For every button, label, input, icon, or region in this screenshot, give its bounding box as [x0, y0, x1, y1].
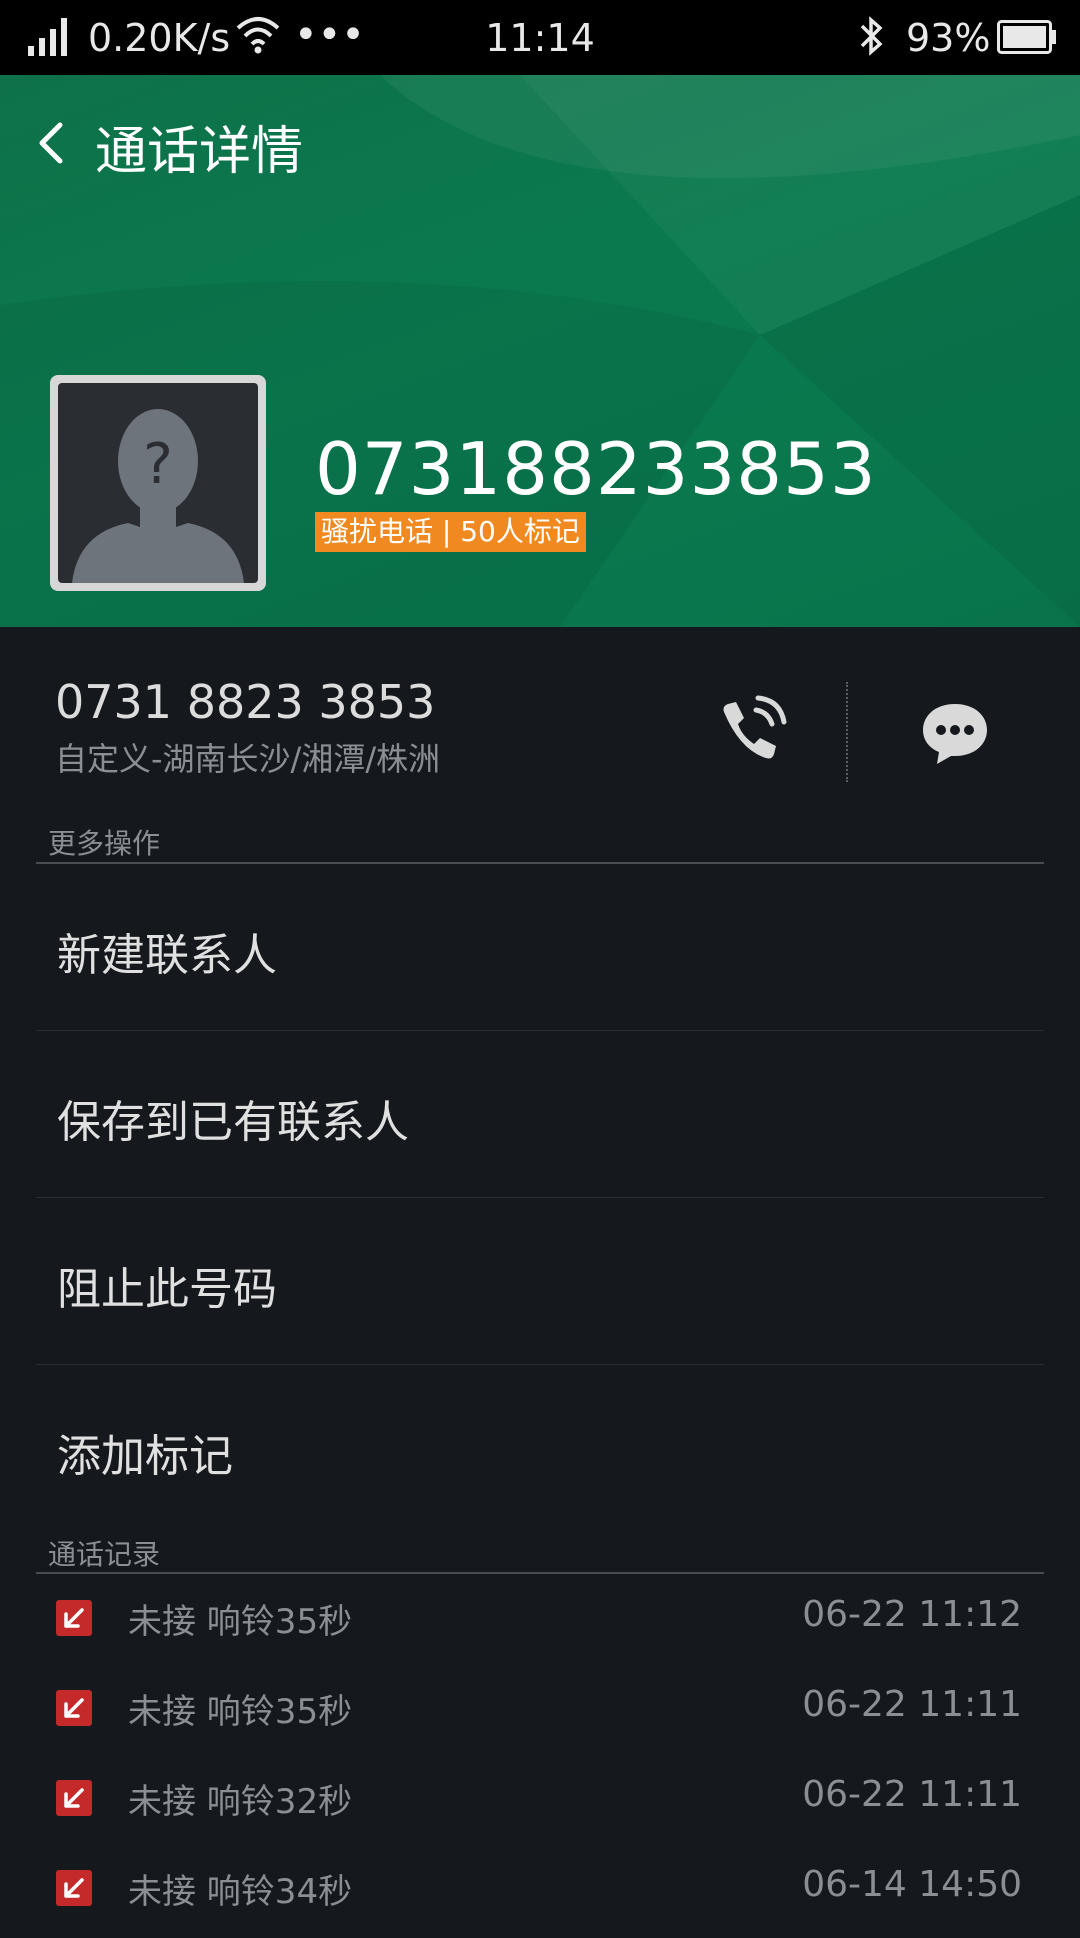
- unknown-person-icon: ?: [72, 409, 244, 583]
- missed-call-icon: [56, 1690, 92, 1726]
- action-label: 保存到已有联系人: [57, 1097, 409, 1148]
- call-log-heading: 通话记录: [48, 1538, 161, 1571]
- missed-call-icon: [56, 1600, 92, 1636]
- phone-number-title: 073188233853: [315, 427, 877, 511]
- battery-icon: [997, 20, 1056, 54]
- call-log-entry[interactable]: 未接 响铃35秒 06-22 11:11: [0, 1668, 1080, 1758]
- call-log-time: 06-22 11:11: [802, 1774, 1022, 1815]
- call-log-description: 未接 响铃34秒: [128, 1872, 353, 1912]
- section-divider: [36, 1572, 1044, 1574]
- bluetooth-icon: [860, 16, 883, 56]
- missed-call-icon: [56, 1870, 92, 1906]
- status-bar: 0.20K/s ••• 11:14 93%: [0, 0, 1080, 75]
- call-log-time: 06-14 14:50: [802, 1864, 1022, 1905]
- save-to-existing-contact-button[interactable]: 保存到已有联系人: [0, 1031, 1080, 1197]
- spam-tag-badge: 骚扰电话 | 50人标记: [315, 512, 586, 552]
- message-button[interactable]: [915, 692, 995, 772]
- unknown-mark: ?: [143, 432, 173, 497]
- formatted-number: 0731 8823 3853: [55, 675, 436, 729]
- call-log-description: 未接 响铃35秒: [128, 1602, 353, 1642]
- more-actions-heading: 更多操作: [48, 827, 161, 860]
- action-label: 新建联系人: [57, 930, 277, 981]
- new-contact-button[interactable]: 新建联系人: [0, 864, 1080, 1030]
- battery-percent: 93%: [906, 16, 991, 60]
- call-log-entry[interactable]: 未接 响铃34秒 06-14 14:50: [0, 1848, 1080, 1938]
- avatar[interactable]: ?: [50, 375, 266, 591]
- action-divider: [846, 682, 848, 782]
- missed-call-icon: [56, 1780, 92, 1816]
- number-location: 自定义-湖南长沙/湘潭/株洲: [55, 740, 441, 778]
- block-number-button[interactable]: 阻止此号码: [0, 1198, 1080, 1364]
- action-label: 添加标记: [57, 1431, 233, 1482]
- call-log-description: 未接 响铃35秒: [128, 1692, 353, 1732]
- call-button[interactable]: [710, 692, 790, 772]
- call-log-entry[interactable]: 未接 响铃32秒 06-22 11:11: [0, 1758, 1080, 1848]
- call-log-entry[interactable]: 未接 响铃35秒 06-22 11:12: [0, 1578, 1080, 1668]
- call-log-time: 06-22 11:12: [802, 1594, 1022, 1635]
- call-log-time: 06-22 11:11: [802, 1684, 1022, 1725]
- back-arrow-icon[interactable]: [30, 113, 80, 173]
- action-label: 阻止此号码: [57, 1264, 277, 1315]
- contact-header: 通话详情 ? 073188233853 骚扰电话 | 50人标记: [0, 75, 1080, 627]
- number-info-row: 0731 8823 3853 自定义-湖南长沙/湘潭/株洲: [0, 627, 1080, 797]
- add-mark-button[interactable]: 添加标记: [0, 1365, 1080, 1531]
- page-title: 通话详情: [95, 122, 304, 182]
- call-log-description: 未接 响铃32秒: [128, 1782, 353, 1822]
